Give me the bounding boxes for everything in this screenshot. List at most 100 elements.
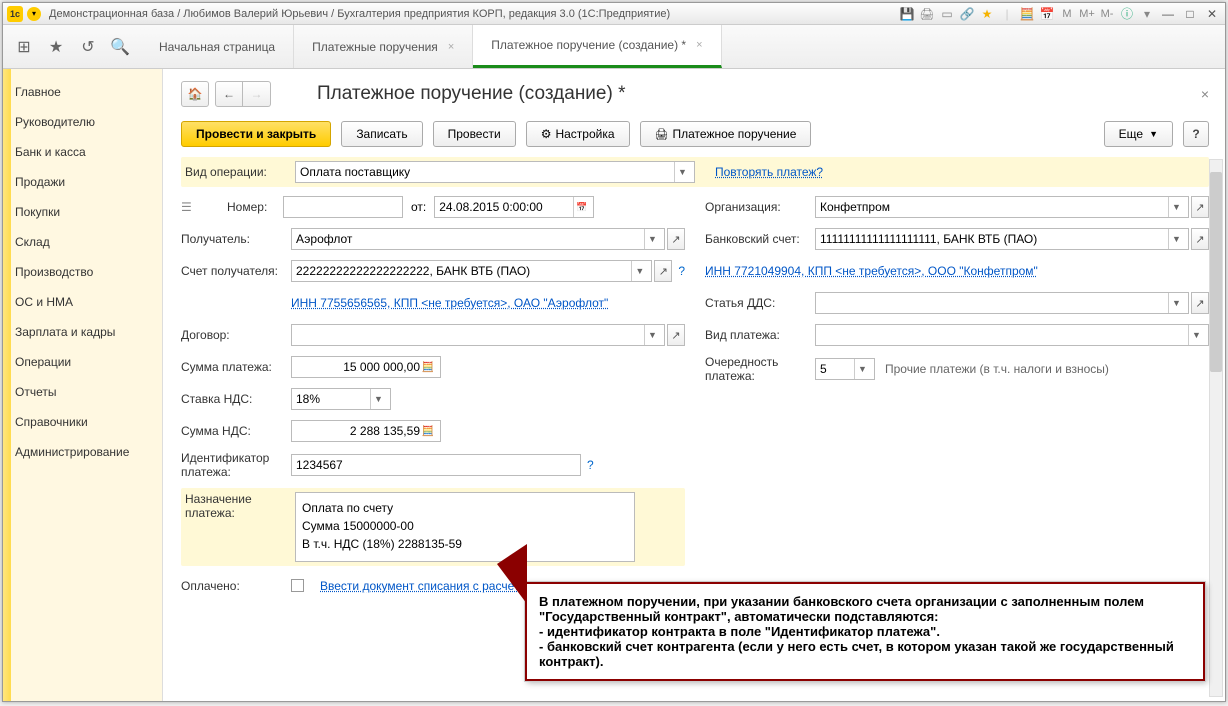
- sidebar-item-manager[interactable]: Руководителю: [3, 107, 162, 137]
- sidebar-item-sales[interactable]: Продажи: [3, 167, 162, 197]
- tab-payment-orders[interactable]: Платежные поручения ×: [294, 25, 473, 68]
- info-callout: В платежном поручении, при указании банк…: [525, 582, 1205, 681]
- doc-icon[interactable]: ▭: [939, 6, 955, 22]
- purpose-textarea[interactable]: Оплата по счету Сумма 15000000-00 В т.ч.…: [295, 492, 635, 562]
- sidebar-item-bank[interactable]: Банк и касса: [3, 137, 162, 167]
- tab-bar: Начальная страница Платежные поручения ×…: [141, 25, 1225, 68]
- sidebar-item-admin[interactable]: Администрирование: [3, 437, 162, 467]
- info-caret[interactable]: ▾: [1139, 6, 1155, 22]
- open-dds-button[interactable]: ↗: [1191, 292, 1209, 314]
- vertical-scrollbar[interactable]: [1209, 159, 1223, 697]
- chevron-down-icon[interactable]: ▼: [1168, 293, 1184, 313]
- dds-input[interactable]: ▼: [815, 292, 1189, 314]
- print-icon[interactable]: 🖨: [919, 6, 935, 22]
- chevron-down-icon[interactable]: ▼: [1188, 325, 1204, 345]
- post-button[interactable]: Провести: [433, 121, 516, 147]
- open-recipient-button[interactable]: ↗: [667, 228, 685, 250]
- vat-sum-input[interactable]: 2 288 135,59 🧮: [291, 420, 441, 442]
- chevron-down-icon[interactable]: ▼: [1168, 197, 1184, 217]
- help-icon[interactable]: ?: [678, 264, 685, 278]
- number-input[interactable]: [283, 196, 403, 218]
- paid-checkbox[interactable]: [291, 579, 304, 592]
- op-type-select[interactable]: Оплата поставщику ▼: [295, 161, 695, 183]
- chevron-down-icon[interactable]: ▼: [631, 261, 647, 281]
- repeat-payment-link[interactable]: Повторять платеж?: [715, 165, 823, 179]
- amount-input[interactable]: 15 000 000,00 🧮: [291, 356, 441, 378]
- open-recipient-acc-button[interactable]: ↗: [654, 260, 672, 282]
- m-plus-btn[interactable]: M+: [1079, 6, 1095, 22]
- tab-home[interactable]: Начальная страница: [141, 25, 294, 68]
- recipient-input[interactable]: Аэрофлот ▼: [291, 228, 665, 250]
- help-button[interactable]: ?: [1183, 121, 1209, 147]
- sidebar-item-reports[interactable]: Отчеты: [3, 377, 162, 407]
- label-payment-id: Идентификатор платежа:: [181, 451, 291, 480]
- sidebar-item-assets[interactable]: ОС и НМА: [3, 287, 162, 317]
- link-icon[interactable]: 🔗: [959, 6, 975, 22]
- save-icon[interactable]: 💾: [899, 6, 915, 22]
- calendar-icon[interactable]: 📅: [1039, 6, 1055, 22]
- payer-inn-link[interactable]: ИНН 7755656565, КПП <не требуется>, ОАО …: [291, 296, 608, 310]
- payment-type-select[interactable]: ▼: [815, 324, 1209, 346]
- search-icon[interactable]: 🔍: [111, 38, 129, 56]
- star-icon[interactable]: ★: [979, 6, 995, 22]
- forward-button[interactable]: →: [243, 81, 271, 107]
- vat-rate-value: 18%: [296, 392, 370, 406]
- sidebar: Главное Руководителю Банк и касса Продаж…: [3, 69, 163, 701]
- post-and-close-button[interactable]: Провести и закрыть: [181, 121, 331, 147]
- app-menu-dropdown[interactable]: ▾: [27, 7, 41, 21]
- tab-close-icon[interactable]: ×: [448, 41, 454, 53]
- open-bank-account-button[interactable]: ↗: [1191, 228, 1209, 250]
- close-page-button[interactable]: ×: [1201, 86, 1209, 102]
- vat-rate-select[interactable]: 18% ▼: [291, 388, 391, 410]
- calendar-icon[interactable]: 📅: [573, 197, 589, 217]
- maximize-button[interactable]: □: [1181, 6, 1199, 22]
- more-button[interactable]: Еще▼: [1104, 121, 1173, 147]
- chevron-down-icon[interactable]: ▼: [854, 359, 870, 379]
- sidebar-item-payroll[interactable]: Зарплата и кадры: [3, 317, 162, 347]
- calculator-icon[interactable]: 🧮: [420, 362, 436, 373]
- open-organization-button[interactable]: ↗: [1191, 196, 1209, 218]
- sidebar-item-purchases[interactable]: Покупки: [3, 197, 162, 227]
- favorite-icon[interactable]: ★: [47, 38, 65, 56]
- tab-close-icon[interactable]: ×: [696, 39, 702, 51]
- sidebar-item-operations[interactable]: Операции: [3, 347, 162, 377]
- contract-input[interactable]: ▼: [291, 324, 665, 346]
- chevron-down-icon[interactable]: ▼: [370, 389, 386, 409]
- right-column: Организация: Конфетпром ▼ ↗ Банковский с…: [705, 195, 1209, 606]
- sidebar-item-production[interactable]: Производство: [3, 257, 162, 287]
- m-minus-btn[interactable]: M-: [1099, 6, 1115, 22]
- recipient-acc-input[interactable]: 22222222222222222222, БАНК ВТБ (ПАО) ▼: [291, 260, 652, 282]
- history-icon[interactable]: ↺: [79, 38, 97, 56]
- payment-id-input[interactable]: 1234567: [291, 454, 581, 476]
- save-button[interactable]: Записать: [341, 121, 422, 147]
- chevron-down-icon[interactable]: ▼: [674, 162, 690, 182]
- apps-icon[interactable]: ⊞: [15, 38, 33, 56]
- tab-payment-order-create[interactable]: Платежное поручение (создание) * ×: [473, 25, 721, 68]
- lines-icon[interactable]: ☰: [181, 200, 197, 214]
- calc-icon[interactable]: 🧮: [1019, 6, 1035, 22]
- back-button[interactable]: ←: [215, 81, 243, 107]
- chevron-down-icon[interactable]: ▼: [1168, 229, 1184, 249]
- help-icon[interactable]: ?: [587, 458, 594, 472]
- home-button[interactable]: 🏠: [181, 81, 209, 107]
- label-organization: Организация:: [705, 200, 815, 214]
- organization-input[interactable]: Конфетпром ▼: [815, 196, 1189, 218]
- scrollbar-thumb[interactable]: [1210, 172, 1222, 372]
- date-input[interactable]: 24.08.2015 0:00:00 📅: [434, 196, 594, 218]
- settings-button[interactable]: Настройка: [526, 121, 630, 147]
- chevron-down-icon[interactable]: ▼: [644, 325, 660, 345]
- open-contract-button[interactable]: ↗: [667, 324, 685, 346]
- m-btn[interactable]: M: [1059, 6, 1075, 22]
- calculator-icon[interactable]: 🧮: [420, 426, 436, 437]
- chevron-down-icon[interactable]: ▼: [644, 229, 660, 249]
- sidebar-item-warehouse[interactable]: Склад: [3, 227, 162, 257]
- close-window-button[interactable]: ✕: [1203, 6, 1221, 22]
- print-payment-order-button[interactable]: Платежное поручение: [640, 121, 812, 147]
- minimize-button[interactable]: —: [1159, 6, 1177, 22]
- bank-account-input[interactable]: 11111111111111111111, БАНК ВТБ (ПАО) ▼: [815, 228, 1189, 250]
- info-icon[interactable]: ⓘ: [1119, 6, 1135, 22]
- sidebar-item-catalogs[interactable]: Справочники: [3, 407, 162, 437]
- org-inn-link[interactable]: ИНН 7721049904, КПП <не требуется>, ООО …: [705, 264, 1038, 278]
- priority-input[interactable]: 5 ▼: [815, 358, 875, 380]
- sidebar-item-main[interactable]: Главное: [3, 77, 162, 107]
